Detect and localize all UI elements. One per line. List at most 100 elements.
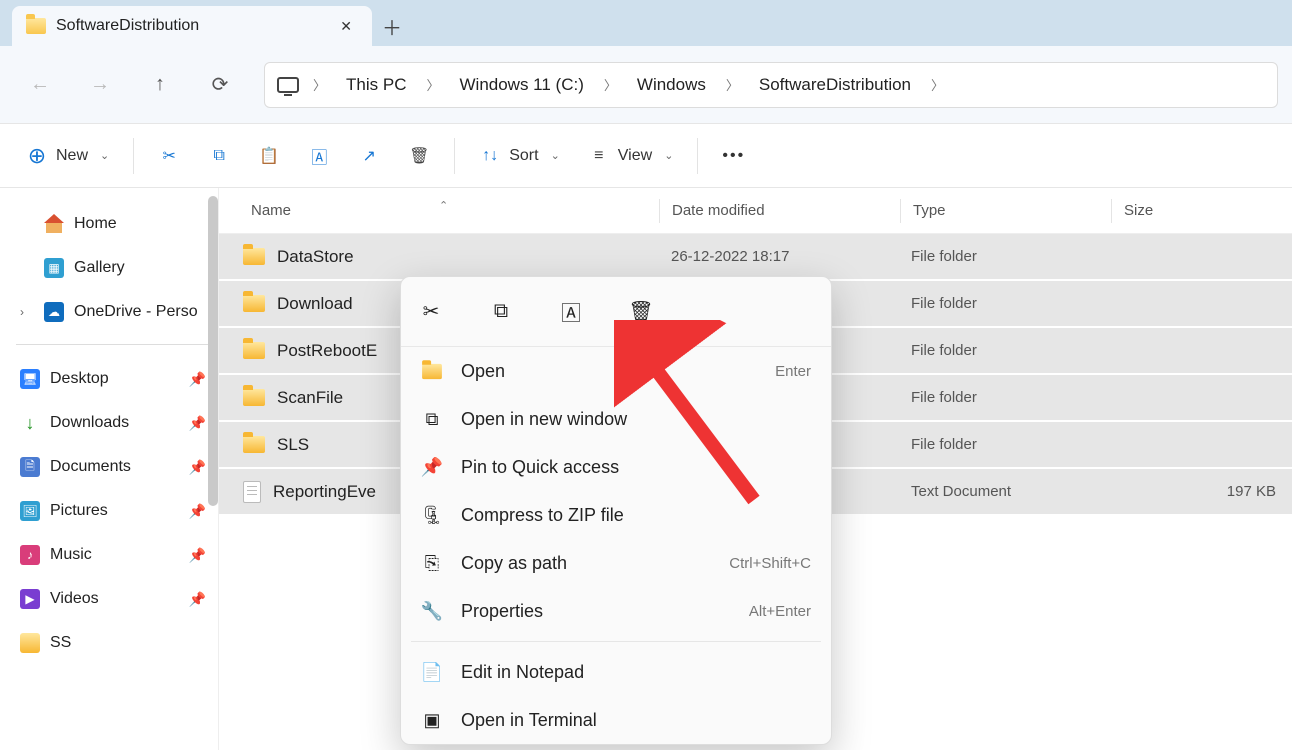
chevron-down-icon: ⌄ bbox=[664, 149, 673, 162]
tab-title: SoftwareDistribution bbox=[56, 17, 324, 35]
breadcrumb-seg[interactable]: Windows 11 (C:) bbox=[454, 71, 590, 99]
ctx-open-new-window[interactable]: ⧉Open in new window bbox=[401, 395, 831, 443]
chevron-right-icon[interactable]: 〉 bbox=[927, 75, 948, 94]
chevron-right-icon[interactable]: 〉 bbox=[422, 75, 443, 94]
back-button[interactable]: ← bbox=[14, 64, 66, 106]
up-button[interactable]: ↑ bbox=[134, 64, 186, 106]
context-menu-actions: ✂ ⧉ 🄰 🗑 bbox=[401, 277, 831, 347]
view-button[interactable]: ≡ View ⌄ bbox=[576, 134, 686, 178]
sidebar-item-desktop[interactable]: 🖥Desktop📌 bbox=[14, 357, 212, 401]
pictures-icon: 🖼 bbox=[20, 501, 40, 521]
onedrive-icon: ☁ bbox=[44, 302, 64, 322]
file-type: File folder bbox=[899, 436, 1109, 453]
sidebar-label: Pictures bbox=[50, 502, 108, 520]
plus-circle-icon: ⊕ bbox=[26, 145, 48, 167]
wrench-icon: 🔧 bbox=[421, 601, 443, 622]
rename-button[interactable]: 🄰 bbox=[296, 134, 342, 178]
pin-icon: 📌 bbox=[189, 547, 206, 564]
copy-icon: ⧉ bbox=[494, 300, 508, 323]
forward-button[interactable]: → bbox=[74, 64, 126, 106]
sidebar-item-pictures[interactable]: 🖼 Pictures 📌 bbox=[14, 489, 212, 533]
delete-button[interactable]: 🗑 bbox=[625, 296, 657, 328]
folder-icon bbox=[20, 633, 40, 653]
active-tab[interactable]: SoftwareDistribution ✕ bbox=[12, 6, 372, 46]
folder-icon bbox=[243, 389, 265, 406]
paste-button[interactable]: 📋 bbox=[246, 134, 292, 178]
copy-button[interactable]: ⧉ bbox=[485, 296, 517, 328]
gallery-icon: ▦ bbox=[44, 258, 64, 278]
pin-icon: 📌 bbox=[421, 457, 443, 478]
new-window-icon: ⧉ bbox=[421, 409, 443, 430]
ctx-edit-notepad[interactable]: 📄Edit in Notepad bbox=[401, 648, 831, 696]
pin-icon: 📌 bbox=[189, 415, 206, 432]
ctx-pin-quick-access[interactable]: 📌Pin to Quick access bbox=[401, 443, 831, 491]
breadcrumb-seg[interactable]: Windows bbox=[631, 71, 712, 99]
file-icon bbox=[243, 481, 261, 503]
file-name: SLS bbox=[277, 435, 309, 455]
cut-button[interactable]: ✂ bbox=[146, 134, 192, 178]
ctx-open-terminal[interactable]: ▣Open in Terminal bbox=[401, 696, 831, 744]
file-name: ReportingEve bbox=[273, 482, 376, 502]
sidebar-item-gallery[interactable]: ▦ Gallery bbox=[14, 246, 212, 290]
file-size: 197 KB bbox=[1109, 483, 1292, 500]
close-tab-button[interactable]: ✕ bbox=[334, 14, 358, 39]
sidebar-item-videos[interactable]: ▶Videos📌 bbox=[14, 577, 212, 621]
rename-icon: 🄰 bbox=[308, 145, 330, 167]
music-icon: ♪ bbox=[20, 545, 40, 565]
notepad-icon: 📄 bbox=[421, 662, 443, 683]
chevron-right-icon[interactable]: 〉 bbox=[722, 75, 743, 94]
table-row[interactable]: DataStore26-12-2022 18:17File folder bbox=[219, 234, 1292, 281]
new-tab-button[interactable]: ＋ bbox=[372, 6, 412, 46]
new-button[interactable]: ⊕ New ⌄ bbox=[14, 134, 121, 178]
sidebar-label: Gallery bbox=[74, 259, 125, 277]
sidebar-item-ss[interactable]: SS bbox=[14, 621, 212, 665]
sidebar-item-documents[interactable]: 🗎Documents📌 bbox=[14, 445, 212, 489]
copy-icon: ⧉ bbox=[208, 145, 230, 167]
ctx-copy-path[interactable]: ⎘Copy as pathCtrl+Shift+C bbox=[401, 539, 831, 587]
scrollbar[interactable] bbox=[208, 196, 218, 506]
sort-button[interactable]: ↑↓ Sort ⌄ bbox=[467, 134, 572, 178]
sidebar-item-downloads[interactable]: ↓Downloads📌 bbox=[14, 401, 212, 445]
more-button[interactable]: ••• bbox=[710, 134, 757, 178]
share-button[interactable]: ↗ bbox=[346, 134, 392, 178]
toolbar: ⊕ New ⌄ ✂ ⧉ 📋 🄰 ↗ 🗑 ↑↓ Sort ⌄ ≡ View ⌄ •… bbox=[0, 124, 1292, 188]
folder-icon bbox=[26, 18, 46, 34]
ctx-compress-zip[interactable]: 🗜Compress to ZIP file bbox=[401, 491, 831, 539]
copy-button[interactable]: ⧉ bbox=[196, 134, 242, 178]
folder-icon bbox=[243, 295, 265, 312]
address-bar[interactable]: 〉 This PC 〉 Windows 11 (C:) 〉 Windows 〉 … bbox=[264, 62, 1278, 108]
refresh-button[interactable]: ⟳ bbox=[194, 64, 246, 106]
sidebar-item-music[interactable]: ♪ Music 📌 bbox=[14, 533, 212, 577]
file-type: File folder bbox=[899, 248, 1109, 265]
copy-path-icon: ⎘ bbox=[421, 553, 443, 574]
ctx-properties[interactable]: 🔧PropertiesAlt+Enter bbox=[401, 587, 831, 635]
rename-button[interactable]: 🄰 bbox=[555, 296, 587, 328]
col-size[interactable]: Size bbox=[1112, 202, 1292, 219]
file-name: ScanFile bbox=[277, 388, 343, 408]
column-headers: ⌃Name Date modified Type Size bbox=[219, 188, 1292, 234]
col-date[interactable]: Date modified bbox=[660, 202, 900, 219]
sidebar-item-onedrive[interactable]: › ☁ OneDrive - Perso bbox=[14, 290, 212, 334]
col-name[interactable]: ⌃Name bbox=[219, 202, 659, 219]
documents-icon: 🗎 bbox=[20, 457, 40, 477]
breadcrumb-seg[interactable]: This PC bbox=[340, 71, 412, 99]
ctx-open[interactable]: OpenEnter bbox=[401, 347, 831, 395]
col-type[interactable]: Type bbox=[901, 202, 1111, 219]
sidebar-item-home[interactable]: Home bbox=[14, 202, 212, 246]
chevron-right-icon[interactable]: 〉 bbox=[600, 75, 621, 94]
chevron-right-icon[interactable]: › bbox=[20, 305, 34, 319]
desktop-icon: 🖥 bbox=[20, 369, 40, 389]
chevron-down-icon: ⌄ bbox=[551, 149, 560, 162]
cut-button[interactable]: ✂ bbox=[415, 296, 447, 328]
pin-icon: 📌 bbox=[189, 591, 206, 608]
pin-icon: 📌 bbox=[189, 503, 206, 520]
terminal-icon: ▣ bbox=[421, 710, 443, 731]
chevron-right-icon[interactable]: 〉 bbox=[309, 75, 330, 94]
sidebar-label: Music bbox=[50, 546, 92, 564]
breadcrumb-seg[interactable]: SoftwareDistribution bbox=[753, 71, 917, 99]
sidebar-label: Downloads bbox=[50, 414, 129, 432]
file-date: 26-12-2022 18:17 bbox=[659, 248, 899, 265]
file-name: Download bbox=[277, 294, 353, 314]
delete-button[interactable]: 🗑 bbox=[396, 134, 442, 178]
sidebar-label: OneDrive - Perso bbox=[74, 303, 198, 321]
